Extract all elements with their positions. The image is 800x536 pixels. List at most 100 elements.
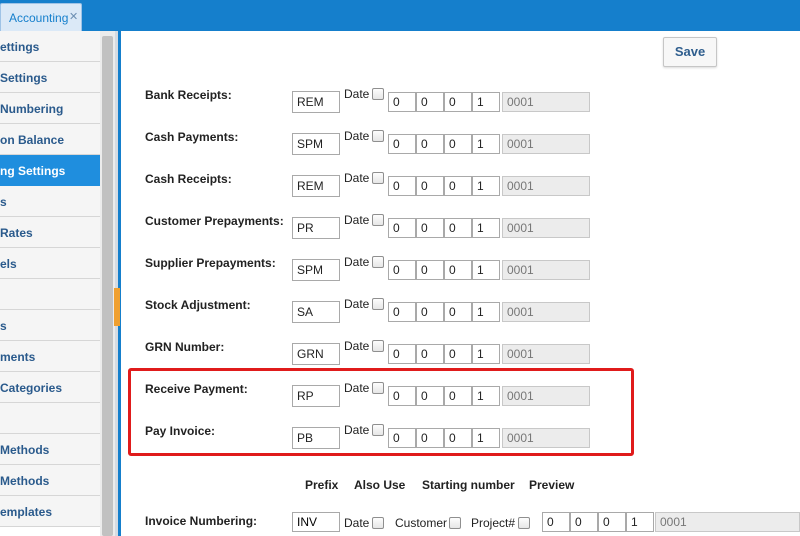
digit-input[interactable]	[472, 344, 500, 364]
digit-input[interactable]	[416, 176, 444, 196]
invoice-customer-checkbox[interactable]	[449, 517, 461, 529]
sidebar-item[interactable]: Categories	[0, 372, 100, 403]
digit-input[interactable]	[388, 428, 416, 448]
sidebar-item-label: Categories	[0, 381, 63, 395]
sidebar-item[interactable]: ng Settings	[0, 155, 100, 186]
digit-input[interactable]	[416, 260, 444, 280]
invoice-date-checkbox[interactable]	[372, 517, 384, 529]
prefix-input[interactable]	[292, 343, 340, 365]
digit-input[interactable]	[416, 92, 444, 112]
date-checkbox[interactable]	[372, 256, 384, 268]
invoice-prefix-input[interactable]	[292, 512, 340, 532]
sidebar-item[interactable]	[0, 403, 100, 434]
prefix-input[interactable]	[292, 427, 340, 449]
date-checkbox[interactable]	[372, 214, 384, 226]
sidebar-item[interactable]: Settings	[0, 62, 100, 93]
digit-input[interactable]	[444, 302, 472, 322]
digit-input[interactable]	[472, 92, 500, 112]
row-label: Pay Invoice:	[145, 424, 216, 438]
digit-input[interactable]	[416, 386, 444, 406]
date-checkbox[interactable]	[372, 424, 384, 436]
date-checkbox[interactable]	[372, 340, 384, 352]
numbering-row: GRN Number: Date	[121, 339, 800, 370]
sidebar-item[interactable]: Rates	[0, 217, 100, 248]
invoice-numbering-row: Invoice Numbering: Date Customer Project…	[121, 512, 800, 536]
sidebar-item[interactable]: ettings	[0, 31, 100, 62]
digit-input[interactable]	[472, 134, 500, 154]
sidebar-item[interactable]: els	[0, 248, 100, 279]
digit-input[interactable]	[472, 302, 500, 322]
sidebar-item[interactable]	[0, 279, 100, 310]
date-checkbox[interactable]	[372, 382, 384, 394]
date-label: Date	[344, 213, 370, 227]
digit-input[interactable]	[472, 218, 500, 238]
save-button[interactable]: Save	[663, 37, 717, 67]
invoice-digit-4[interactable]	[626, 512, 654, 532]
digit-input[interactable]	[388, 344, 416, 364]
row-label: Supplier Prepayments:	[145, 256, 276, 270]
prefix-input[interactable]	[292, 259, 340, 281]
column-header-preview: Preview	[529, 478, 575, 492]
sidebar-item[interactable]: ments	[0, 341, 100, 372]
prefix-input[interactable]	[292, 133, 340, 155]
digit-input[interactable]	[444, 134, 472, 154]
invoice-digit-2[interactable]	[570, 512, 598, 532]
sidebar-item-label: Methods	[0, 474, 50, 488]
sidebar-item[interactable]: s	[0, 310, 100, 341]
invoice-project-checkbox[interactable]	[518, 517, 530, 529]
prefix-input[interactable]	[292, 175, 340, 197]
sidebar-item[interactable]: Methods	[0, 434, 100, 465]
sidebar-item[interactable]: on Balance	[0, 124, 100, 155]
sidebar-item-label: ettings	[0, 40, 40, 54]
invoice-digit-3[interactable]	[598, 512, 626, 532]
digit-input[interactable]	[472, 260, 500, 280]
prefix-input[interactable]	[292, 217, 340, 239]
date-label: Date	[344, 255, 370, 269]
numbering-row: Customer Prepayments: Date	[121, 213, 800, 244]
sidebar-item[interactable]: s	[0, 186, 100, 217]
date-checkbox[interactable]	[372, 172, 384, 184]
digit-input[interactable]	[444, 260, 472, 280]
sidebar-scrollbar-thumb[interactable]	[102, 36, 113, 536]
digit-input[interactable]	[416, 134, 444, 154]
digit-input[interactable]	[388, 218, 416, 238]
digit-input[interactable]	[416, 302, 444, 322]
digit-input[interactable]	[388, 302, 416, 322]
collapse-handle[interactable]	[114, 288, 120, 326]
sidebar-item-label: Rates	[0, 226, 33, 240]
numbering-row: Bank Receipts: Date	[121, 87, 800, 118]
digit-input[interactable]	[472, 386, 500, 406]
digit-input[interactable]	[444, 344, 472, 364]
top-bar: Accounting ✕	[0, 0, 800, 31]
tab-accounting[interactable]: Accounting ✕	[0, 3, 82, 31]
date-checkbox[interactable]	[372, 298, 384, 310]
sidebar-item[interactable]: emplates	[0, 496, 100, 527]
prefix-input[interactable]	[292, 385, 340, 407]
digit-input[interactable]	[444, 92, 472, 112]
digit-input[interactable]	[416, 218, 444, 238]
prefix-input[interactable]	[292, 91, 340, 113]
digit-input[interactable]	[444, 218, 472, 238]
invoice-digit-1[interactable]	[542, 512, 570, 532]
row-label: Stock Adjustment:	[145, 298, 251, 312]
digit-input[interactable]	[388, 134, 416, 154]
date-checkbox[interactable]	[372, 130, 384, 142]
digit-input[interactable]	[416, 344, 444, 364]
digit-input[interactable]	[388, 386, 416, 406]
digit-input[interactable]	[388, 260, 416, 280]
date-checkbox[interactable]	[372, 88, 384, 100]
sidebar-item[interactable]: Methods	[0, 465, 100, 496]
digit-input[interactable]	[444, 176, 472, 196]
digit-input[interactable]	[388, 92, 416, 112]
digit-input[interactable]	[388, 176, 416, 196]
digit-input[interactable]	[416, 428, 444, 448]
digit-input[interactable]	[472, 176, 500, 196]
digit-input[interactable]	[444, 428, 472, 448]
prefix-input[interactable]	[292, 301, 340, 323]
numbering-row: Receive Payment: Date	[121, 381, 800, 412]
close-icon[interactable]: ✕	[69, 10, 78, 23]
sidebar-item[interactable]: Numbering	[0, 93, 100, 124]
date-label: Date	[344, 297, 370, 311]
digit-input[interactable]	[444, 386, 472, 406]
digit-input[interactable]	[472, 428, 500, 448]
